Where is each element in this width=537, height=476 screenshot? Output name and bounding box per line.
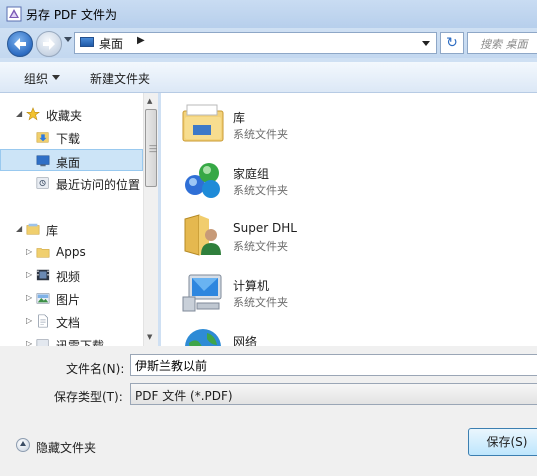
homegroup-icon [185,163,220,198]
collapsed-icon[interactable]: ▷ [26,270,32,279]
refresh-button[interactable]: ↻ [440,32,464,54]
grip-icon: — — — [149,141,157,156]
recent-places-icon [36,177,49,189]
chevron-right-icon[interactable]: ▶ [137,35,145,46]
address-bar[interactable]: 桌面 ▶ [74,32,437,54]
navigation-scrollbar[interactable]: ▲ — — — ▼ [143,93,158,346]
star-icon [26,107,40,121]
organize-button[interactable]: 组织 [24,70,48,87]
video-icon [36,269,50,281]
user-folder-icon [184,214,221,256]
sidebar-item-label: 文档 [56,316,81,330]
desktop-icon [80,37,94,47]
navigation-bar: 桌面 ▶ ↻ 搜索 桌面 [0,28,537,58]
item-type: 系统文件夹 [233,184,288,197]
search-input[interactable]: 搜索 桌面 [467,32,537,54]
item-type: 系统文件夹 [233,240,288,253]
sidebar-item-apps[interactable]: ▷ Apps [0,241,143,263]
tree-group-favorites[interactable]: ◢ 收藏夹 [0,103,143,125]
organize-dropdown-icon[interactable] [52,75,60,80]
hide-folders-toggle[interactable] [16,438,30,452]
tree-label-favorites: 收藏夹 [46,109,83,123]
item-name: Super DHL [233,221,297,235]
new-folder-button[interactable]: 新建文件夹 [90,70,150,87]
download-folder-icon [36,132,49,143]
desktop-icon [36,155,50,167]
list-item[interactable]: 家庭组 系统文件夹 [161,151,537,207]
filetype-label: 保存类型(T): [54,390,123,404]
sidebar-item-desktop[interactable]: 桌面 [0,149,143,171]
sidebar-item-label: 视频 [56,270,81,284]
filename-input[interactable] [130,354,537,376]
item-type: 系统文件夹 [233,128,288,141]
sidebar-item-label: Apps [56,245,86,259]
list-item[interactable]: 网络 系统文件夹 [161,319,537,346]
save-button[interactable]: 保存(S) [468,428,537,456]
address-location[interactable]: 桌面 [99,35,123,52]
tree-label-library: 库 [46,224,59,238]
network-icon [185,329,221,346]
scroll-down-icon[interactable]: ▼ [147,333,152,341]
window-title: 另存 PDF 文件为 [26,8,118,22]
address-dropdown-icon[interactable] [422,41,430,46]
item-name: 计算机 [233,279,270,293]
item-type: 系统文件夹 [233,296,288,309]
scrollbar-thumb[interactable]: — — — [145,109,157,187]
search-placeholder: 搜索 桌面 [480,38,528,51]
collapsed-icon[interactable]: ▷ [26,316,32,325]
download-folder-icon [36,339,49,346]
sidebar-item-thunder-downloads[interactable]: ▷ 迅雷下载 [0,333,143,346]
picture-icon [36,293,50,304]
document-icon [38,314,48,328]
arrow-left-icon [14,38,26,50]
sidebar-item-label: 最近访问的位置 [56,178,141,192]
sidebar-item-documents[interactable]: ▷ 文档 [0,310,143,332]
item-name: 库 [233,111,246,125]
title-bar: 另存 PDF 文件为 [0,0,537,28]
folder-icon [36,248,50,258]
sidebar-item-label: 图片 [56,293,81,307]
collapsed-icon[interactable]: ▷ [26,293,32,302]
sidebar-item-label: 迅雷下载 [56,339,105,346]
scroll-up-icon[interactable]: ▲ [147,97,152,105]
filename-label: 文件名(N): [66,362,125,376]
sidebar-item-videos[interactable]: ▷ 视频 [0,264,143,286]
library-icon [26,223,40,235]
expanded-icon[interactable]: ◢ [16,224,22,233]
collapsed-icon[interactable]: ▷ [26,339,32,346]
sidebar-item-downloads[interactable]: 下载 [0,126,143,148]
sidebar-item-label: 桌面 [56,156,81,170]
item-name: 家庭组 [233,167,270,181]
tree-group-library[interactable]: ◢ 库 [0,218,143,240]
save-form: 文件名(N): 保存类型(T): PDF 文件 (*.PDF) 隐藏文件夹 保存… [0,346,537,476]
navigation-pane: ◢ 收藏夹 下载 桌面 最近访问的位置 ◢ 库 ▷ Apps ▷ 视频 ▷ 图片… [0,93,158,346]
list-item[interactable]: Super DHL 系统文件夹 [161,207,537,263]
hide-folders-label[interactable]: 隐藏文件夹 [36,439,96,456]
sidebar-item-label: 下载 [56,132,81,146]
back-button[interactable] [7,31,33,57]
history-dropdown-icon[interactable] [64,37,72,42]
arrow-right-icon [43,38,55,50]
expanded-icon[interactable]: ◢ [16,109,22,118]
file-list: 库 系统文件夹 家庭组 系统文件夹 Super DHL 系统文件夹 计算机 系统… [161,93,537,346]
library-folder-icon [182,104,224,142]
list-item[interactable]: 计算机 系统文件夹 [161,263,537,319]
list-item[interactable]: 库 系统文件夹 [161,95,537,151]
forward-button[interactable] [36,31,62,57]
refresh-icon: ↻ [446,35,458,51]
item-name: 网络 [233,335,258,346]
computer-icon [182,274,222,312]
filetype-select[interactable]: PDF 文件 (*.PDF) [130,383,537,405]
pdf-app-icon [6,6,22,22]
collapsed-icon[interactable]: ▷ [26,247,32,256]
chevron-up-icon [20,441,26,446]
command-bar: 组织 新建文件夹 [0,62,537,93]
filetype-value: PDF 文件 (*.PDF) [135,389,233,403]
sidebar-item-pictures[interactable]: ▷ 图片 [0,287,143,309]
sidebar-item-recent-places[interactable]: 最近访问的位置 [0,172,143,194]
